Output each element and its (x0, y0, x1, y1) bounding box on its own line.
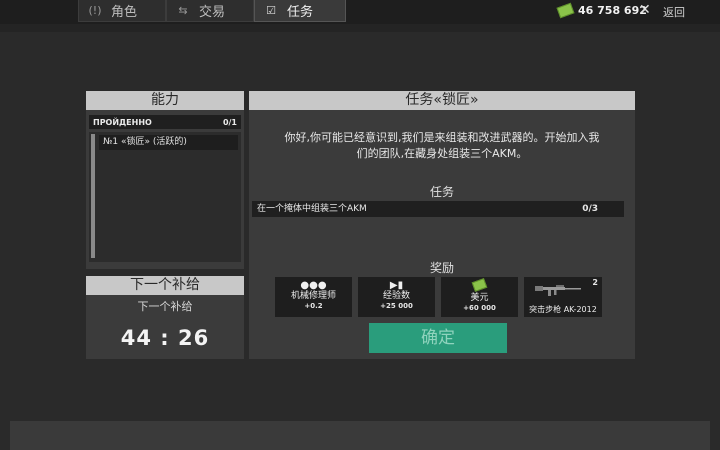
mission-panel: 任务«锁匠» 你好,你可能已经意识到,我们是来组装和改进武器的。开始加入我 们的… (249, 91, 635, 359)
confirm-button[interactable]: 确定 (369, 323, 507, 353)
mission-title: 任务«锁匠» (249, 91, 635, 110)
bottom-bar (10, 421, 710, 450)
money-amount: 46 758 692 (578, 4, 647, 17)
abilities-section-header: ПРОЙДЕННО 0/1 (89, 115, 241, 129)
character-icon: (!) (88, 4, 102, 17)
task-text: 在一个掩体中组装三个AKM (257, 204, 367, 214)
next-supply-panel: 下一个补给 下一个补给 44 : 26 (86, 276, 244, 359)
reward-label: 经验数 (382, 291, 410, 301)
mechanic-icon: ●●● (300, 280, 327, 291)
tab-character[interactable]: (!) 角色 (78, 0, 166, 22)
supply-timer: 44 : 26 (120, 326, 210, 350)
tasks-label: 任务 (429, 185, 454, 199)
reward-experience: ▶▮ 经验数 +25 000 (358, 277, 435, 317)
reward-label: 突击步枪 AK-2012 (529, 305, 597, 314)
abilities-section-label: ПРОЙДЕННО (93, 117, 152, 127)
money-icon (471, 278, 488, 292)
abilities-scrollbar[interactable] (91, 134, 95, 258)
task-row: 在一个掩体中组装三个AKM 0/3 (252, 201, 624, 217)
abilities-title: 能力 (86, 91, 244, 110)
reward-count: 2 (592, 278, 598, 287)
experience-icon: ▶▮ (389, 280, 404, 291)
reward-value: +60 000 (463, 304, 496, 312)
tab-tasks-label: 任务 (287, 5, 314, 20)
reward-label: 美元 (470, 293, 489, 303)
reward-value: +0.2 (304, 302, 323, 310)
list-item[interactable]: №1 «锁匠» (活跃的) (99, 135, 238, 150)
reward-money: 美元 +60 000 (441, 277, 518, 317)
abilities-list: №1 «锁匠» (活跃的) (89, 132, 241, 262)
top-bar: (!) 角色 ⇆ 交易 ☑ 任务 46 758 692 ✕ 返回 (0, 0, 720, 24)
trade-icon: ⇆ (178, 4, 188, 17)
tab-trade-label: 交易 (199, 5, 226, 20)
rifle-icon (535, 285, 581, 296)
abilities-section-count: 0/1 (222, 117, 237, 127)
supply-subtitle: 下一个补给 (137, 300, 193, 313)
tab-tasks[interactable]: ☑ 任务 (254, 0, 346, 22)
task-progress: 0/3 (582, 204, 598, 214)
reward-rifle: 2 突击步枪 AK-2012 (524, 277, 602, 317)
money-display: 46 758 692 (556, 2, 647, 19)
tab-character-label: 角色 (111, 5, 138, 20)
supply-title: 下一个补给 (86, 276, 244, 295)
rewards-label: 奖励 (429, 261, 454, 275)
mission-description-line-2: 们的团队,在藏身处组装三个AKM。 (356, 147, 528, 160)
close-icon[interactable]: ✕ (639, 2, 651, 18)
mission-description-line-1: 你好,你可能已经意识到,我们是来组装和改进武器的。开始加入我 (284, 131, 600, 144)
header-strip (0, 24, 720, 32)
task-icon: ☑ (266, 4, 276, 17)
reward-value: +25 000 (380, 302, 413, 310)
abilities-panel: 能力 ПРОЙДЕННО 0/1 №1 «锁匠» (活跃的) (86, 91, 244, 269)
money-icon (556, 2, 575, 19)
reward-mechanic: ●●● 机械修理师 +0.2 (275, 277, 352, 317)
back-button[interactable]: 返回 (663, 4, 685, 20)
mission-description: 你好,你可能已经意识到,我们是来组装和改进武器的。开始加入我 们的团队,在藏身处… (249, 130, 635, 162)
reward-label: 机械修理师 (290, 291, 336, 301)
tab-trade[interactable]: ⇆ 交易 (166, 0, 254, 22)
